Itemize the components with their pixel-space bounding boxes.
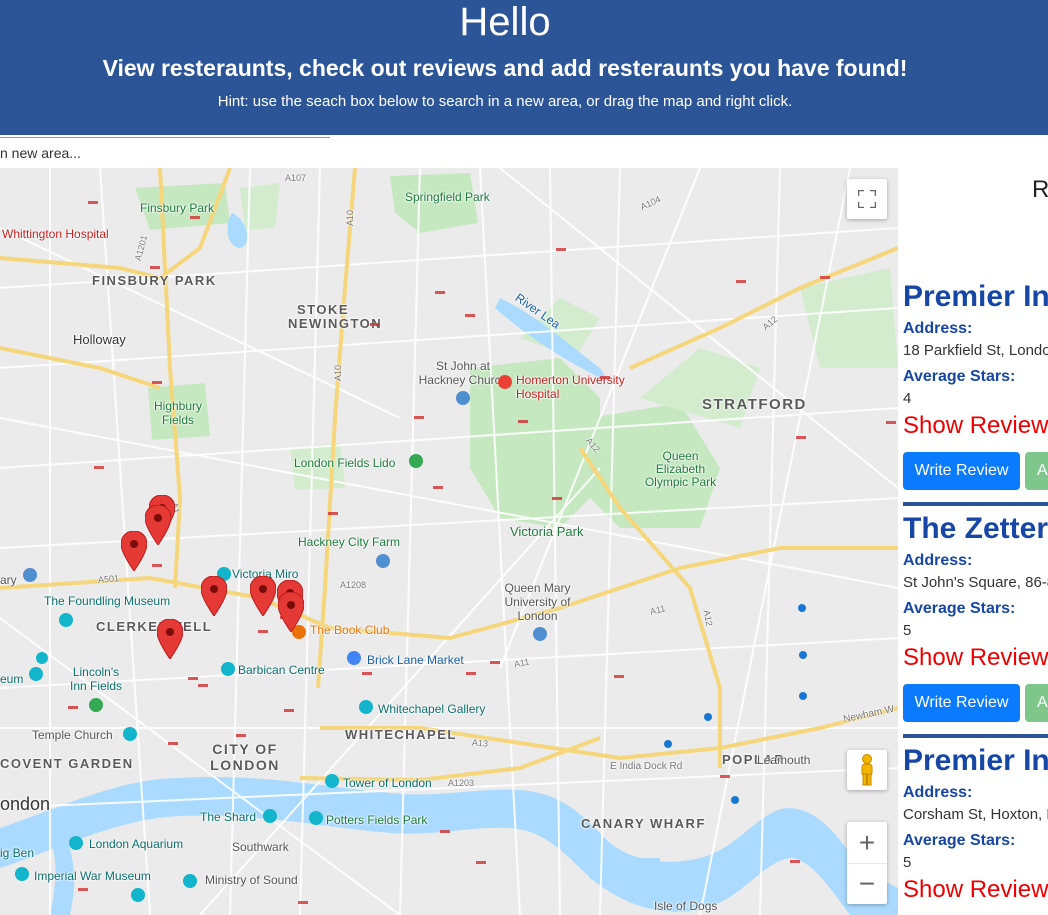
restaurant-address: 18 Parkfield St, London (903, 342, 1048, 359)
restaurant-address: St John's Square, 86-88 (903, 574, 1048, 591)
address-label: Address: (903, 320, 973, 337)
hint-text: Hint: use the seach box below to search … (217, 93, 793, 110)
restaurant-card: The Zetter Address: St John's Square, 86… (903, 512, 1048, 722)
restaurant-address: Corsham St, Hoxton, L (903, 806, 1048, 823)
stars-label: Average Stars: (903, 600, 1016, 617)
show-reviews-link[interactable]: Show Reviews (903, 644, 1048, 672)
add-button[interactable]: A (1025, 452, 1048, 490)
show-reviews-link[interactable]: Show Reviews (903, 876, 1048, 904)
fullscreen-icon (858, 190, 876, 208)
restaurant-card: Premier Inn Address: 18 Parkfield St, Lo… (903, 280, 1048, 490)
restaurant-name: The Zetter (903, 512, 1048, 545)
restaurant-marker[interactable] (201, 576, 227, 616)
restaurant-marker[interactable] (145, 505, 171, 545)
restaurant-sidebar: R Premier Inn Address: 18 Parkfield St, … (898, 168, 1048, 915)
address-label: Address: (903, 552, 973, 569)
add-button[interactable]: A (1025, 684, 1048, 722)
restaurant-name: Premier Inn (903, 280, 1048, 313)
zoom-control: + − (847, 822, 887, 904)
page-header: Hello View resteraunts, check out review… (0, 0, 1048, 135)
restaurant-card: Premier Inn Address: Corsham St, Hoxton,… (903, 744, 1048, 904)
map[interactable]: Springfield Park Finsbury Park Whittingt… (0, 168, 898, 915)
address-label: Address: (903, 784, 973, 801)
restaurant-stars: 4 (903, 390, 912, 407)
stars-label: Average Stars: (903, 368, 1016, 385)
show-reviews-link[interactable]: Show Reviews (903, 412, 1048, 440)
street-view-button[interactable] (847, 750, 887, 790)
restaurant-marker[interactable] (121, 531, 147, 571)
write-review-button[interactable]: Write Review (903, 684, 1020, 722)
card-divider (903, 502, 1048, 506)
stars-label: Average Stars: (903, 832, 1016, 849)
restaurant-stars: 5 (903, 622, 912, 639)
restaurant-name: Premier Inn (903, 744, 1048, 777)
page-subtitle: View resteraunts, check out reviews and … (102, 55, 908, 81)
sidebar-heading: R (1032, 176, 1048, 203)
pegman-icon (861, 754, 873, 786)
page-title: Hello (459, 0, 551, 44)
restaurant-stars: 5 (903, 854, 912, 871)
restaurant-marker[interactable] (250, 576, 276, 616)
area-search-input[interactable] (0, 137, 330, 168)
zoom-in-button[interactable]: + (847, 823, 887, 864)
card-divider (903, 734, 1048, 738)
zoom-out-button[interactable]: − (847, 864, 887, 904)
restaurant-marker[interactable] (157, 619, 183, 659)
restaurant-marker[interactable] (278, 592, 304, 632)
fullscreen-button[interactable] (847, 179, 887, 219)
write-review-button[interactable]: Write Review (903, 452, 1020, 490)
